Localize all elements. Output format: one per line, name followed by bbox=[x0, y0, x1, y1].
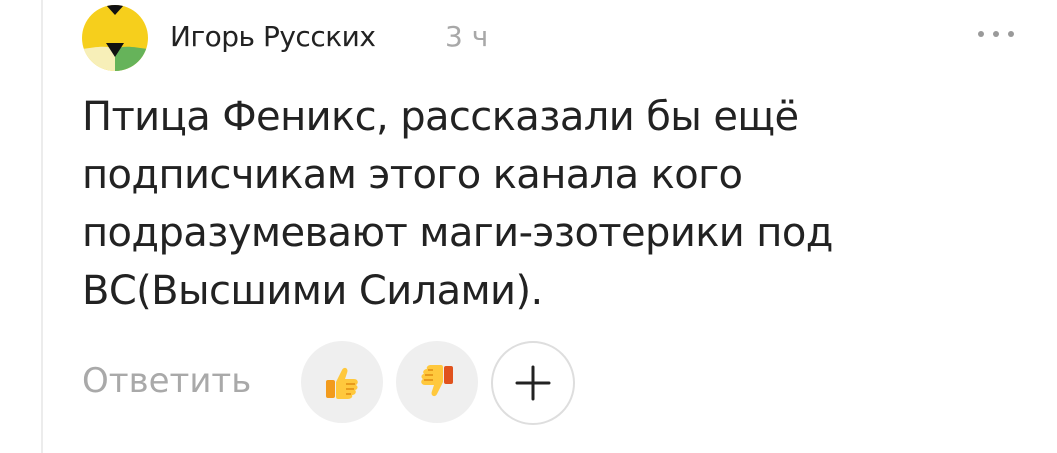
more-dot bbox=[1008, 31, 1014, 37]
avatar[interactable] bbox=[82, 5, 148, 71]
comment-time: 3 ч bbox=[445, 20, 489, 53]
thumbs-up-emoji-icon bbox=[326, 367, 358, 399]
like-button[interactable] bbox=[301, 341, 383, 423]
comment-text: Птица Феникс, рассказали бы ещё подписчи… bbox=[82, 94, 833, 314]
plus-icon bbox=[515, 365, 551, 401]
thumbs-down-emoji-icon bbox=[421, 365, 453, 397]
reply-button[interactable]: Ответить bbox=[82, 359, 251, 403]
more-dot bbox=[993, 31, 999, 37]
more-dots-icon[interactable] bbox=[978, 22, 1014, 46]
thread-line bbox=[41, 0, 43, 453]
dislike-button[interactable] bbox=[396, 341, 478, 423]
more-dot bbox=[978, 31, 984, 37]
avatar-image bbox=[82, 5, 148, 71]
comment-card: Игорь Русских 3 ч Птица Феникс, рассказа… bbox=[0, 0, 1057, 453]
author-name[interactable]: Игорь Русских bbox=[170, 19, 376, 55]
add-reaction-button[interactable] bbox=[491, 341, 575, 425]
